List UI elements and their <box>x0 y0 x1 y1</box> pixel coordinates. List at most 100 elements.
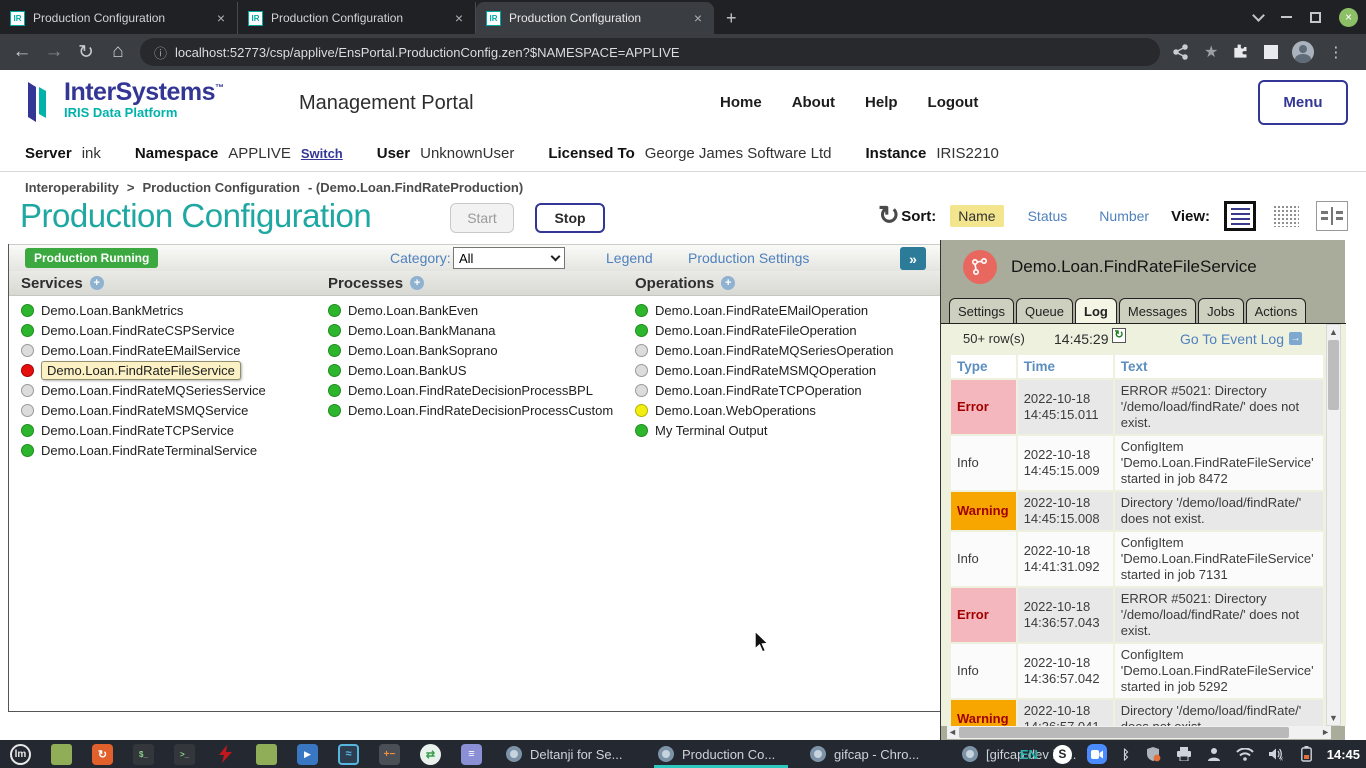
config-item-name[interactable]: Demo.Loan.FindRateTCPOperation <box>655 383 862 398</box>
taskbar-clock[interactable]: 14:45 <box>1327 747 1360 762</box>
config-item-name[interactable]: Demo.Loan.BankEven <box>348 303 478 318</box>
config-item[interactable]: Demo.Loan.FindRateDecisionProcessCustom <box>328 400 635 420</box>
add-operation-icon[interactable]: + <box>721 276 735 290</box>
url-text[interactable]: localhost:52773/csp/applive/EnsPortal.Pr… <box>175 45 680 60</box>
browser-tab[interactable]: IR Production Configuration × <box>238 2 476 34</box>
wifi-icon[interactable] <box>1236 748 1254 761</box>
notes-app-icon[interactable]: ≡ <box>461 744 482 765</box>
config-item-name[interactable]: Demo.Loan.FindRateTerminalService <box>41 443 257 458</box>
scroll-down-icon[interactable]: ▼ <box>1327 711 1340 725</box>
system-monitor-icon[interactable]: ≈ <box>338 744 359 765</box>
config-item-name[interactable]: Demo.Loan.FindRateEMailService <box>41 343 240 358</box>
config-item[interactable]: Demo.Loan.FindRateMSMQService <box>21 400 328 420</box>
config-item[interactable]: Demo.Loan.FindRateMQSeriesService <box>21 380 328 400</box>
detail-tab[interactable]: Settings <box>949 298 1014 323</box>
detail-tab[interactable]: Log <box>1075 298 1117 323</box>
config-item[interactable]: Demo.Loan.BankManana <box>328 320 635 340</box>
keyboard-layout-indicator[interactable]: EN <box>1020 747 1038 762</box>
vertical-scrollbar[interactable]: ▲ ▼ <box>1326 324 1341 726</box>
config-item-name[interactable]: Demo.Loan.FindRateCSPService <box>41 323 235 338</box>
config-item-name[interactable]: Demo.Loan.FindRateEMailOperation <box>655 303 868 318</box>
back-icon[interactable]: ← <box>6 41 38 63</box>
detail-tab[interactable]: Actions <box>1246 298 1307 323</box>
config-item[interactable]: Demo.Loan.FindRateTCPOperation <box>635 380 935 400</box>
user-icon[interactable] <box>1207 747 1221 761</box>
config-item[interactable]: Demo.Loan.WebOperations <box>635 400 935 420</box>
zoom-icon[interactable] <box>1087 744 1107 764</box>
calculator-icon[interactable]: +− <box>379 744 400 765</box>
mint-menu-icon[interactable]: lm <box>10 744 31 765</box>
config-item[interactable]: Demo.Loan.FindRateEMailOperation <box>635 300 935 320</box>
namespace-switch-link[interactable]: Switch <box>301 146 343 161</box>
scroll-right-icon[interactable]: ► <box>1321 726 1330 739</box>
console-icon[interactable]: >_ <box>174 744 195 765</box>
tab-search-chevron-icon[interactable] <box>1252 9 1265 22</box>
category-select[interactable]: All <box>453 247 565 269</box>
sort-option[interactable]: Number <box>1091 205 1157 227</box>
home-icon[interactable]: ⌂ <box>102 41 134 63</box>
config-item[interactable]: Demo.Loan.FindRateMSMQOperation <box>635 360 935 380</box>
log-header-time[interactable]: Time <box>1018 355 1113 378</box>
new-tab-button[interactable]: + <box>714 2 749 34</box>
menu-button[interactable]: Menu <box>1258 80 1348 125</box>
config-item[interactable]: Demo.Loan.FindRateDecisionProcessBPL <box>328 380 635 400</box>
address-bar[interactable]: ⓘ localhost:52773/csp/applive/EnsPortal.… <box>140 38 1160 66</box>
config-item-name[interactable]: Demo.Loan.FindRateMSMQService <box>41 403 248 418</box>
production-settings-link[interactable]: Production Settings <box>688 250 809 266</box>
go-to-event-log-link[interactable]: Go To Event Log → <box>1180 331 1302 347</box>
terminal-icon[interactable]: $_ <box>133 744 154 765</box>
taskbar-window-button[interactable]: Deltanji for Se... <box>496 740 642 768</box>
config-item-name[interactable]: Demo.Loan.FindRateMQSeriesOperation <box>655 343 893 358</box>
volume-muted-icon[interactable]: x <box>1269 747 1286 761</box>
horizontal-scroll-thumb[interactable] <box>959 727 1289 738</box>
config-item-name[interactable]: Demo.Loan.FindRateFileService <box>41 361 241 380</box>
tab-close-icon[interactable]: × <box>215 10 227 26</box>
detail-tab[interactable]: Jobs <box>1198 298 1243 323</box>
printer-icon[interactable] <box>1176 747 1192 761</box>
log-header-text[interactable]: Text <box>1115 355 1323 378</box>
config-item[interactable]: Demo.Loan.FindRateFileService <box>21 360 328 380</box>
browser-tab[interactable]: IR Production Configuration × <box>0 2 238 34</box>
view-grid-icon[interactable] <box>1270 201 1302 231</box>
reload-icon[interactable]: ↻ <box>70 41 102 64</box>
portal-nav-link[interactable]: Logout <box>928 94 979 111</box>
detail-tab[interactable]: Messages <box>1119 298 1196 323</box>
config-item-name[interactable]: Demo.Loan.FindRateTCPService <box>41 423 234 438</box>
config-item[interactable]: Demo.Loan.FindRateTCPService <box>21 420 328 440</box>
red-app-icon[interactable] <box>215 744 236 765</box>
config-item-name[interactable]: Demo.Loan.BankUS <box>348 363 467 378</box>
config-item-name[interactable]: Demo.Loan.FindRateDecisionProcessBPL <box>348 383 593 398</box>
scroll-up-icon[interactable]: ▲ <box>1327 325 1340 339</box>
add-process-icon[interactable]: + <box>410 276 424 290</box>
sort-option[interactable]: Status <box>1020 205 1076 227</box>
tab-close-icon[interactable]: × <box>692 10 704 26</box>
portal-nav-link[interactable]: About <box>792 94 835 111</box>
config-item[interactable]: Demo.Loan.BankSoprano <box>328 340 635 360</box>
update-manager-icon[interactable]: ↻ <box>92 744 113 765</box>
vertical-scroll-thumb[interactable] <box>1328 340 1339 410</box>
sort-option[interactable]: Name <box>950 205 1003 227</box>
legend-link[interactable]: Legend <box>606 250 653 266</box>
config-item[interactable]: Demo.Loan.FindRateMQSeriesOperation <box>635 340 935 360</box>
config-item[interactable]: Demo.Loan.FindRateTerminalService <box>21 440 328 460</box>
restore-icon[interactable] <box>1310 12 1321 23</box>
skype-icon[interactable]: S <box>1053 745 1072 764</box>
scroll-left-icon[interactable]: ◄ <box>948 726 957 739</box>
horizontal-scrollbar[interactable]: ◄ ► <box>947 726 1331 739</box>
breadcrumb-root[interactable]: Interoperability <box>25 180 119 195</box>
expand-panel-button[interactable]: » <box>900 247 926 270</box>
add-service-icon[interactable]: + <box>90 276 104 290</box>
view-split-icon[interactable] <box>1316 201 1348 231</box>
taskbar-window-button[interactable]: gifcap - Chro... <box>800 740 946 768</box>
config-item[interactable]: Demo.Loan.BankUS <box>328 360 635 380</box>
site-info-icon[interactable]: ⓘ <box>154 43 167 62</box>
config-item-name[interactable]: Demo.Loan.BankSoprano <box>348 343 498 358</box>
video-app-icon[interactable]: ▶ <box>297 744 318 765</box>
config-item-name[interactable]: Demo.Loan.FindRateFileOperation <box>655 323 857 338</box>
stop-button[interactable]: Stop <box>535 203 605 233</box>
bookmark-star-icon[interactable]: ★ <box>1204 42 1218 62</box>
config-item-name[interactable]: Demo.Loan.FindRateMQSeriesService <box>41 383 266 398</box>
bluetooth-icon[interactable]: ᛒ <box>1122 747 1130 762</box>
close-window-icon[interactable]: × <box>1339 8 1358 27</box>
config-item[interactable]: Demo.Loan.BankEven <box>328 300 635 320</box>
